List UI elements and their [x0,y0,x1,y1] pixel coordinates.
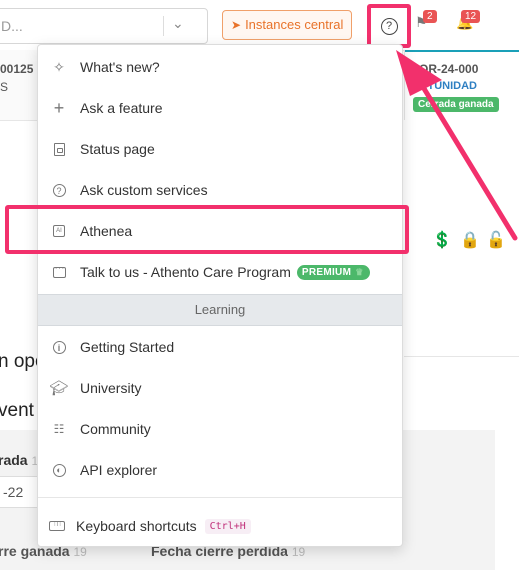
date-field[interactable]: -22 [0,476,40,508]
instances-central-button[interactable]: ➤ Instances central [222,10,353,40]
menu-item-label: Community [80,421,151,437]
rocket-icon: ➤ [231,18,242,32]
menu-item-api-explorer[interactable]: ◐ API explorer [38,450,402,490]
premium-badge-label: PREMIUM [301,266,352,278]
sparkles-icon: ✧ [53,58,65,75]
select-separator [163,16,164,36]
card-code: POR-24-000 [411,62,479,76]
right-panel: 💲 🔒 🔓 [404,196,519,357]
learning-section-header: Learning [38,294,402,326]
card-sub: S [0,80,9,94]
instances-central-label: Instances central [245,17,344,32]
menu-item-label: University [80,380,142,396]
section-heading: vent [0,400,34,421]
shortcut-key: Ctrl+H [204,518,251,534]
menu-item-university[interactable]: 🎓︎ University [38,368,402,408]
plus-icon: + [53,97,65,118]
keyboard-icon: ∷∷ [38,521,76,531]
lock-icon[interactable]: 🔒 [460,230,480,250]
invoice-icon[interactable]: 💲 [432,230,452,250]
card-accent-line [405,50,519,52]
chat-icon [38,263,80,278]
opportunity-card-right[interactable]: POR-24-000 ORTUNIDAD Cerrada ganada [404,50,519,120]
search-placeholder: D... [1,18,23,34]
menu-item-label: API explorer [80,462,158,478]
athenea-highlight-box [5,205,409,254]
menu-item-label: Status page [80,141,155,157]
field-count: 19 [73,545,87,559]
menu-item-label: Ask custom services [80,182,208,198]
menu-item-talk-to-us[interactable]: Talk to us - Athento Care Program PREMIU… [38,252,402,292]
menu-item-label: Ask a feature [80,100,163,116]
date-value: -22 [3,484,24,500]
crown-icon: ♛ [355,266,364,277]
premium-badge: PREMIUM ♛ [296,264,370,280]
field-count: 19 [291,545,306,559]
api-icon: ◐ [38,463,80,477]
menu-item-ask-feature[interactable]: + Ask a feature [38,88,402,128]
field-label-text: rada [0,452,28,468]
flag-badge: 2 [423,10,437,23]
menu-item-status-page[interactable]: Status page [38,129,402,169]
help-button[interactable]: ? [367,4,411,48]
menu-divider [38,497,402,498]
menu-item-label: What's new? [80,59,160,75]
question-icon: ? [38,183,80,197]
status-badge: Cerrada ganada [413,97,499,112]
search-select[interactable]: D... ⌄ [0,8,208,44]
graduation-cap-icon: 🎓︎ [49,380,69,397]
menu-item-getting-started[interactable]: i Getting Started [38,327,402,367]
menu-item-whats-new[interactable]: ✧ What's new? [38,47,402,87]
info-icon: i [38,340,80,354]
menu-item-label: Talk to us - Athento Care Program [80,264,291,280]
help-dropdown-menu: ✧ What's new? + Ask a feature Status pag… [37,44,403,547]
status-page-icon [38,142,80,156]
menu-item-community[interactable]: ☷ Community [38,409,402,449]
card-code: 00125 [0,62,34,76]
menu-item-ask-custom-services[interactable]: ? Ask custom services [38,170,402,210]
opportunity-card-left[interactable]: 00125 S [0,50,38,121]
community-icon: ☷ [53,422,65,436]
question-circle-icon: ? [380,17,398,35]
bell-badge: 12 [461,10,481,23]
menu-item-label: Keyboard shortcuts [76,518,197,534]
menu-item-label: Getting Started [80,339,175,355]
unlock-icon[interactable]: 🔓 [486,230,506,250]
chevron-down-icon[interactable]: ⌄ [172,15,184,32]
menu-item-keyboard-shortcuts[interactable]: ∷∷ Keyboard shortcuts Ctrl+H [38,506,402,546]
card-type: ORTUNIDAD [411,80,477,92]
